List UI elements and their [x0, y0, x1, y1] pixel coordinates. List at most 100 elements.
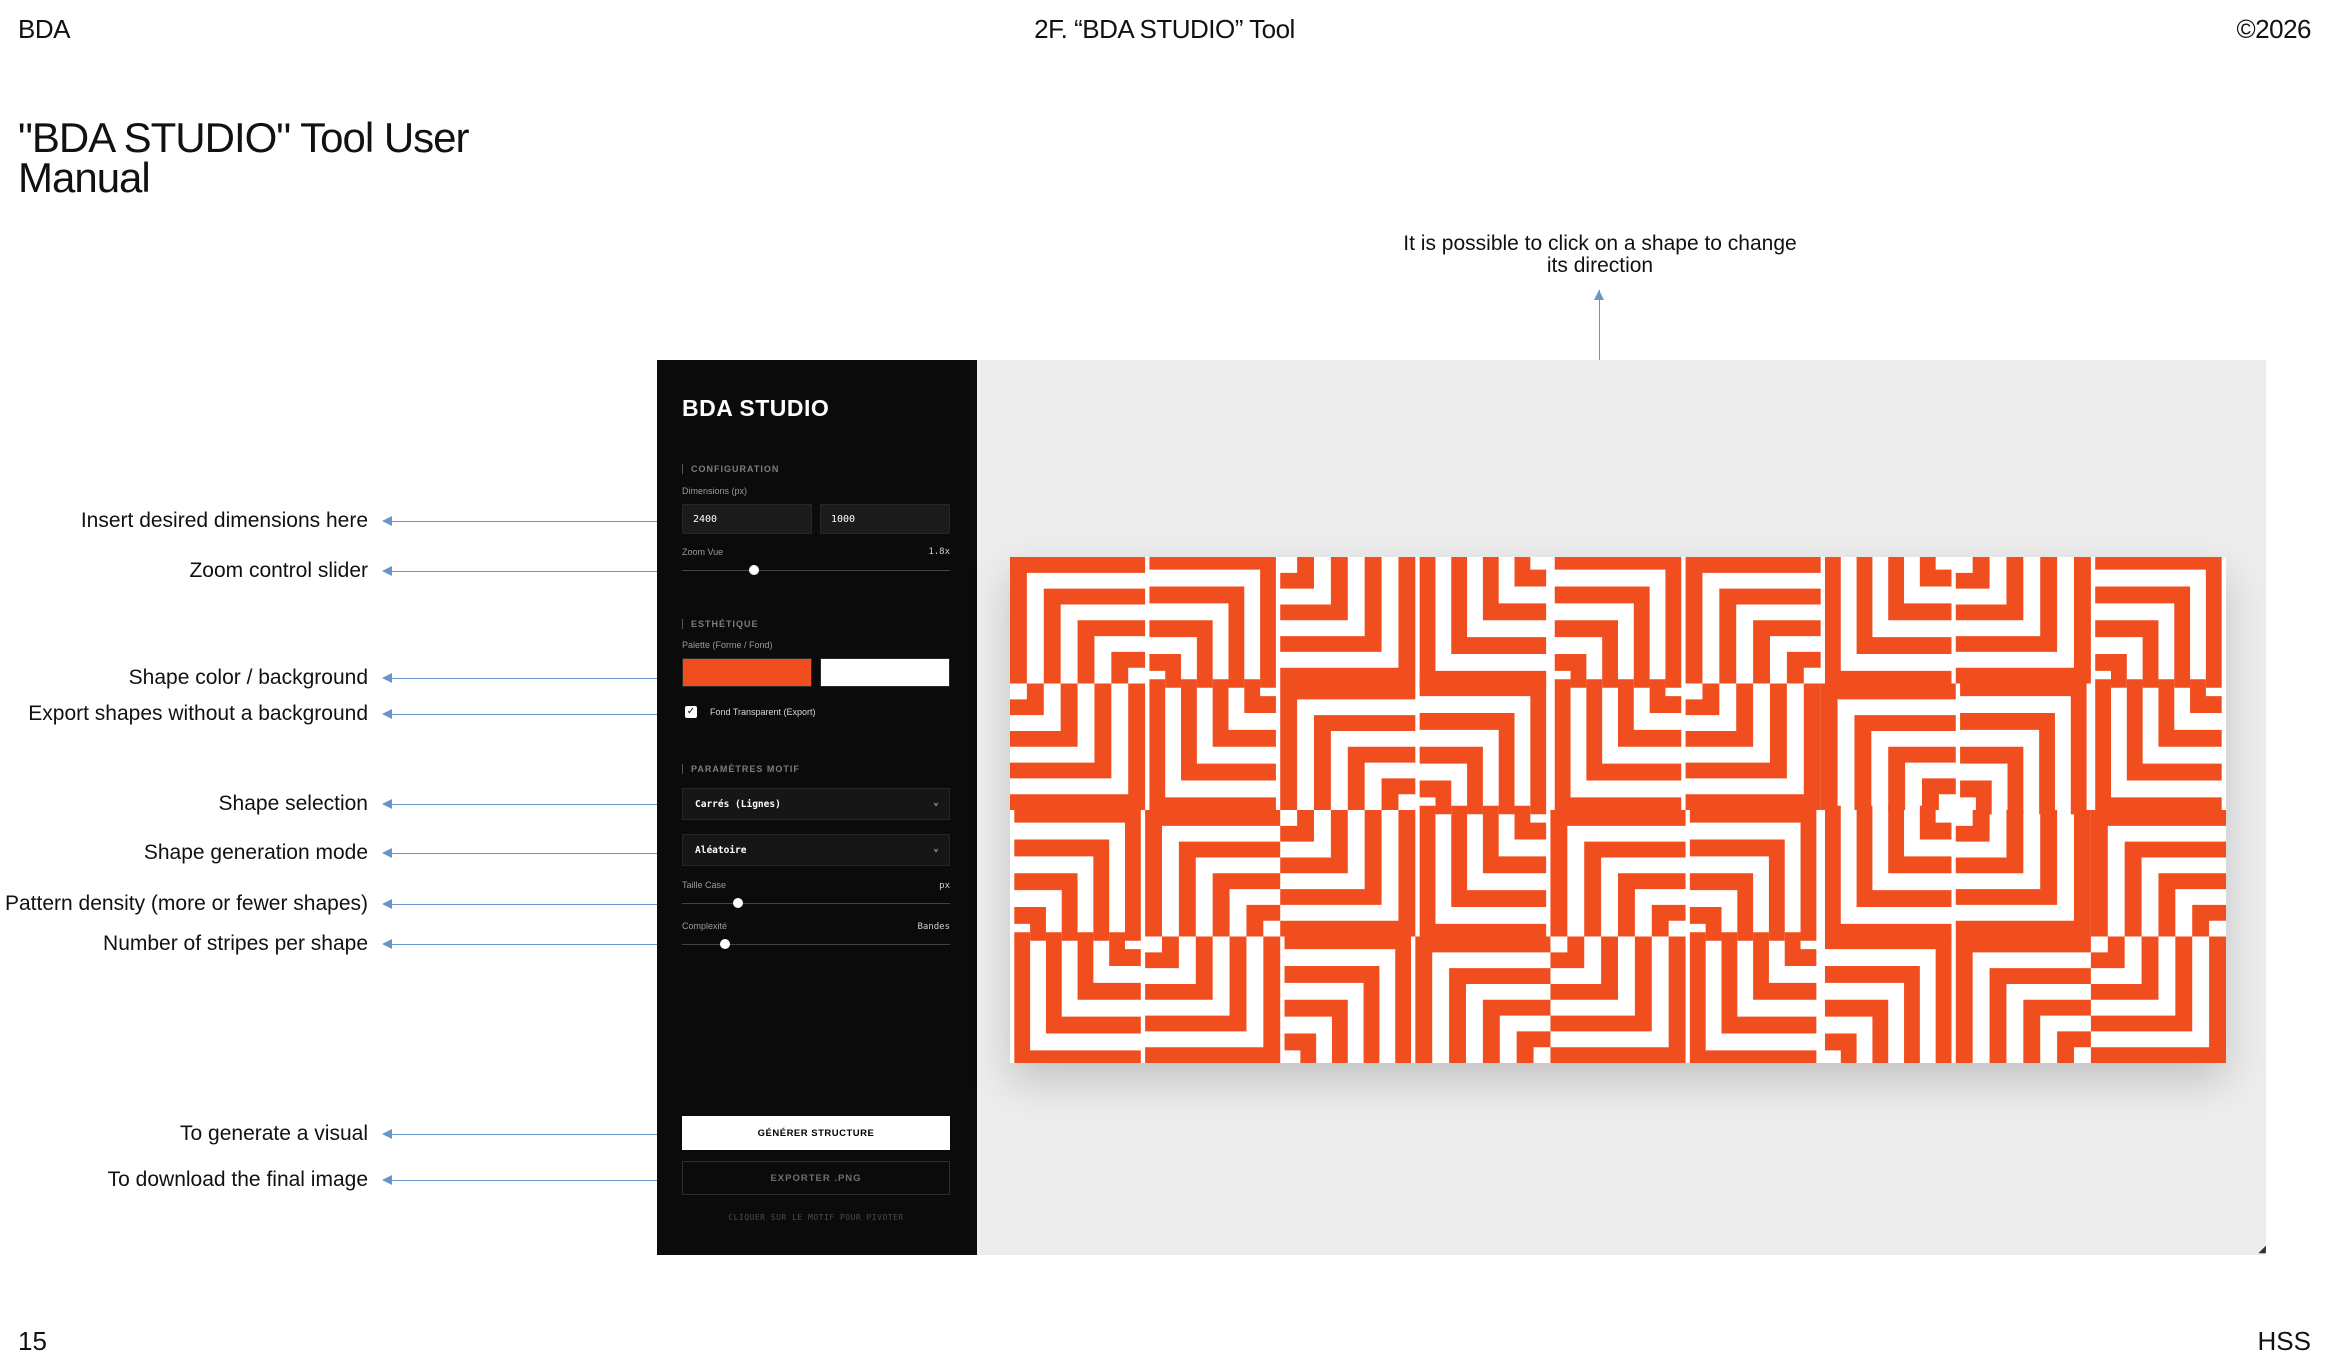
- generate-structure-button[interactable]: GÉNÉRER STRUCTURE: [682, 1116, 950, 1150]
- callout-generate: To generate a visual: [180, 1122, 368, 1145]
- pattern-shape[interactable]: [1550, 936, 1686, 1064]
- export-png-button[interactable]: EXPORTER .PNG: [682, 1161, 950, 1195]
- pattern-shape[interactable]: [2095, 679, 2222, 815]
- zoom-slider[interactable]: [682, 564, 950, 576]
- pattern-shape[interactable]: [1960, 679, 2087, 815]
- pattern-shape[interactable]: [1284, 932, 1412, 1063]
- leader-generate: [384, 1134, 676, 1135]
- leader-color: [384, 678, 676, 679]
- pattern-shape[interactable]: [1014, 805, 1141, 941]
- zoom-slider-track: [682, 570, 950, 571]
- pattern-stripe: [1284, 999, 1348, 1063]
- callout-dimensions: Insert desired dimensions here: [80, 509, 368, 532]
- pattern-stripe: [1922, 778, 1956, 810]
- document-title: "BDA STUDIO" Tool User Manual: [18, 114, 470, 201]
- width-input[interactable]: [682, 504, 812, 534]
- pattern-shape[interactable]: [2095, 557, 2222, 688]
- pattern-shape[interactable]: [1554, 679, 1682, 815]
- pattern-stripe: [1919, 557, 1952, 587]
- pattern-stripe: [1280, 810, 1314, 842]
- dimensions-label: Dimensions (px): [682, 486, 748, 496]
- callout-color: Shape color / background: [128, 666, 368, 689]
- mode-select-value: Aléatoire: [695, 845, 747, 856]
- pattern-shape[interactable]: [1550, 810, 1686, 937]
- pattern-stripe: [1888, 557, 1952, 621]
- pattern-shape[interactable]: [2090, 936, 2226, 1064]
- pattern-svg[interactable]: [1010, 557, 2226, 1063]
- pattern-stripe: [2192, 904, 2226, 937]
- transparent-background-label: Fond Transparent (Export): [710, 707, 816, 717]
- pattern-shape[interactable]: [1149, 557, 1276, 688]
- pattern-stripe: [1014, 839, 1110, 941]
- pattern-shape[interactable]: [1824, 805, 1952, 941]
- transparent-background-checkbox[interactable]: ✓: [685, 706, 697, 718]
- leader-shape-selection: [384, 804, 676, 805]
- height-input[interactable]: [820, 504, 950, 534]
- resize-handle-icon[interactable]: ◢: [2258, 1244, 2266, 1255]
- pattern-shape[interactable]: [1685, 683, 1821, 811]
- pattern-stripe: [1919, 805, 1952, 840]
- zoom-label: Zoom Vue: [682, 547, 724, 557]
- pattern-shape[interactable]: [1955, 557, 2091, 684]
- leader-download: [384, 1180, 676, 1181]
- complexite-slider[interactable]: [682, 938, 950, 950]
- callout-export-transparent: Export shapes without a background: [28, 702, 368, 725]
- zoom-value: 1.8x: [928, 547, 950, 557]
- header-copyright: ©2026: [2236, 14, 2312, 44]
- pattern-stripe: [1960, 780, 1992, 815]
- pattern-shape[interactable]: [1554, 557, 1682, 688]
- zoom-slider-thumb[interactable]: [749, 565, 760, 575]
- pattern-shape[interactable]: [1689, 932, 1817, 1063]
- leader-dimensions: [384, 521, 676, 522]
- pattern-stripe: [1010, 683, 1044, 716]
- bda-studio-app: BDA STUDIO CONFIGURATION Dimensions (px)…: [657, 360, 2266, 1255]
- pattern-stripe: [1149, 586, 1245, 688]
- pattern-shape[interactable]: [2090, 810, 2226, 937]
- pattern-shape[interactable]: [1419, 805, 1547, 941]
- page-number: 15: [18, 1326, 47, 1356]
- mode-select[interactable]: Aléatoire ⌄: [682, 834, 950, 866]
- pattern-stripe: [1077, 932, 1141, 1000]
- pattern-shape[interactable]: [1419, 557, 1547, 688]
- section-parametres-motif: PARAMÈTRES MOTIF: [682, 764, 800, 774]
- pattern-stripe: [2095, 586, 2191, 688]
- pattern-stripe: [1514, 557, 1547, 587]
- pattern-shape[interactable]: [1415, 936, 1551, 1064]
- callout-shape-selection: Shape selection: [218, 792, 368, 815]
- pattern-stripe: [1786, 651, 1821, 684]
- pattern-shape[interactable]: [1689, 805, 1817, 941]
- pattern-shape[interactable]: [1280, 810, 1416, 937]
- pattern-shape[interactable]: [1010, 683, 1146, 811]
- complexite-label: Complexité: [682, 921, 728, 931]
- callout-density: Pattern density (more or fewer shapes): [5, 892, 368, 915]
- pattern-stripe: [2090, 936, 2125, 969]
- pattern-shape[interactable]: [1145, 810, 1281, 937]
- pattern-shape[interactable]: [1280, 557, 1416, 684]
- chevron-down-icon: ⌄: [932, 843, 939, 854]
- shape-color-swatch[interactable]: [682, 658, 812, 687]
- taille-case-slider[interactable]: [682, 897, 950, 909]
- pattern-shape[interactable]: [1685, 557, 1821, 684]
- pattern-canvas[interactable]: [1010, 557, 2226, 1063]
- background-color-swatch[interactable]: [820, 658, 950, 687]
- pattern-shape[interactable]: [1010, 557, 1146, 684]
- pattern-stripe: [1284, 1033, 1317, 1063]
- pattern-shape[interactable]: [1955, 936, 2091, 1064]
- pattern-stripe: [1111, 651, 1146, 684]
- pattern-shape[interactable]: [1955, 810, 2091, 937]
- pattern-shape[interactable]: [1824, 932, 1952, 1063]
- leader-zoom: [384, 571, 676, 572]
- header-section-title: 2F. “BDA STUDIO” Tool: [1034, 14, 1295, 44]
- shape-select[interactable]: Carrés (Lignes) ⌄: [682, 788, 950, 820]
- pattern-shape[interactable]: [1280, 683, 1416, 811]
- pattern-shape[interactable]: [1014, 932, 1141, 1063]
- pattern-shape[interactable]: [1419, 679, 1547, 815]
- pattern-shape[interactable]: [1145, 936, 1281, 1064]
- pattern-shape[interactable]: [1824, 557, 1952, 688]
- taille-case-unit: px: [939, 881, 950, 891]
- pattern-shape[interactable]: [1820, 683, 1956, 811]
- complexite-slider-thumb[interactable]: [719, 939, 730, 949]
- pattern-stripe: [1246, 904, 1281, 937]
- pattern-shape[interactable]: [1149, 679, 1276, 815]
- taille-case-slider-thumb[interactable]: [733, 898, 744, 908]
